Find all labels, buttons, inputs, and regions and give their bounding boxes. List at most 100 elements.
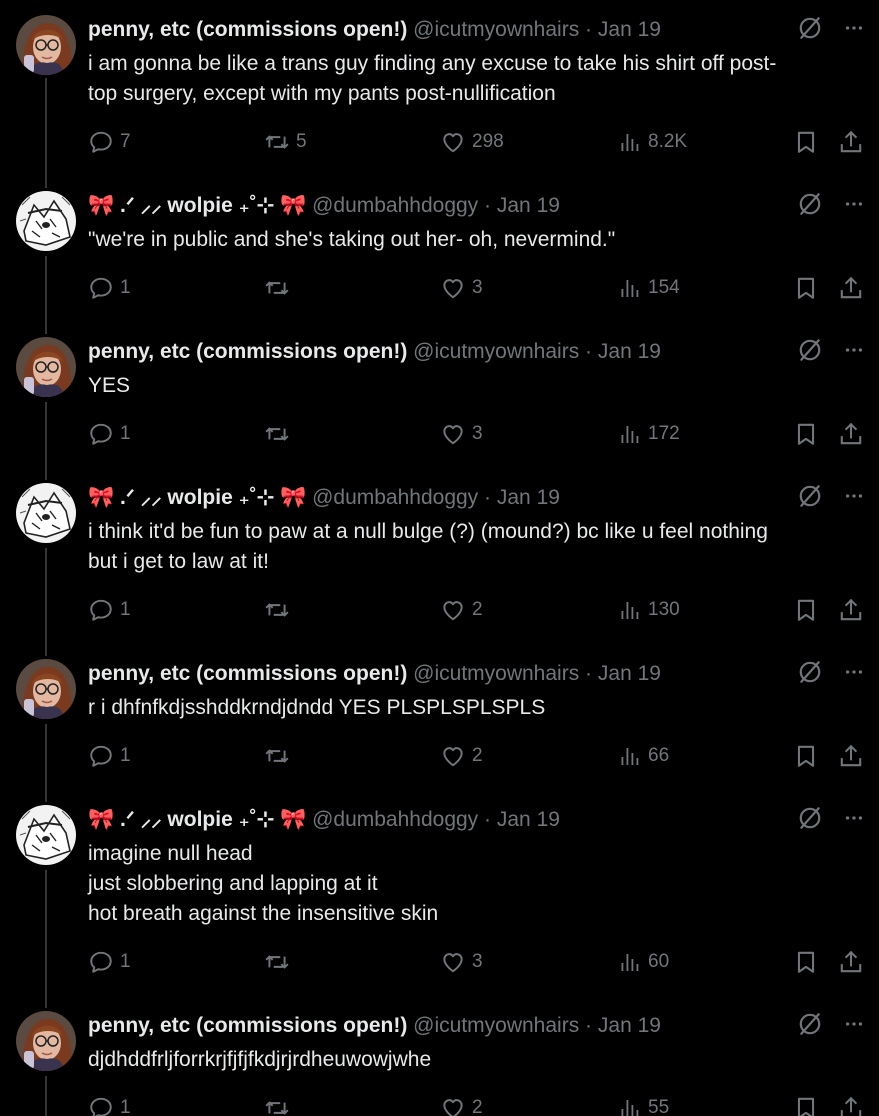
handle[interactable]: @icutmyownhairs	[413, 1014, 579, 1037]
slashed-circle-icon[interactable]	[797, 15, 823, 46]
bookmark-button[interactable]	[793, 595, 819, 625]
avatar[interactable]	[16, 191, 76, 251]
like-button[interactable]: 2	[440, 1093, 483, 1116]
repost-button[interactable]	[264, 741, 296, 771]
display-name[interactable]: 🎀 .ᐟ ⸝⸝ wolpie ₊˚⊹ 🎀	[88, 194, 306, 217]
tweet-text: i am gonna be like a trans guy finding a…	[88, 49, 858, 109]
slashed-circle-icon[interactable]	[797, 1011, 823, 1042]
tweet-header-icons	[797, 483, 865, 513]
like-button[interactable]: 3	[440, 419, 483, 449]
display-name[interactable]: penny, etc (commissions open!)	[88, 18, 407, 41]
ellipsis-icon[interactable]	[843, 807, 865, 834]
timestamp[interactable]: Jan 19	[497, 486, 560, 509]
reply-button[interactable]: 1	[88, 273, 131, 303]
display-name[interactable]: 🎀 .ᐟ ⸝⸝ wolpie ₊˚⊹ 🎀	[88, 808, 306, 831]
tweet[interactable]: penny, etc (commissions open!) @icutmyow…	[0, 1011, 879, 1116]
handle[interactable]: @dumbahhdoggy	[312, 486, 478, 509]
reply-button[interactable]: 1	[88, 595, 131, 625]
tweet[interactable]: 🎀 .ᐟ ⸝⸝ wolpie ₊˚⊹ 🎀 @dumbahhdoggy · Jan…	[0, 483, 879, 643]
tweet-text: i think it'd be fun to paw at a null bul…	[88, 517, 858, 577]
handle[interactable]: @dumbahhdoggy	[312, 194, 478, 217]
bookmark-icon	[793, 421, 819, 447]
repost-button[interactable]	[264, 1093, 296, 1116]
tweet[interactable]: penny, etc (commissions open!) @icutmyow…	[0, 659, 879, 789]
handle[interactable]: @icutmyownhairs	[413, 18, 579, 41]
handle[interactable]: @icutmyownhairs	[413, 340, 579, 363]
views-button[interactable]: 172	[618, 419, 680, 449]
avatar[interactable]	[16, 15, 76, 75]
repost-button[interactable]	[264, 273, 296, 303]
reply-button[interactable]: 1	[88, 741, 131, 771]
reply-button[interactable]: 1	[88, 1093, 131, 1116]
slashed-circle-icon[interactable]	[797, 483, 823, 514]
tweet-header: penny, etc (commissions open!) @icutmyow…	[88, 15, 661, 45]
ellipsis-icon[interactable]	[843, 1013, 865, 1040]
reply-button[interactable]: 1	[88, 947, 131, 977]
repost-button[interactable]	[264, 419, 296, 449]
avatar[interactable]	[16, 805, 76, 865]
display-name[interactable]: penny, etc (commissions open!)	[88, 662, 407, 685]
bookmark-button[interactable]	[793, 273, 819, 303]
slashed-circle-icon[interactable]	[797, 191, 823, 222]
share-button[interactable]	[838, 127, 864, 157]
display-name[interactable]: penny, etc (commissions open!)	[88, 1014, 407, 1037]
avatar[interactable]	[16, 337, 76, 397]
display-name[interactable]: penny, etc (commissions open!)	[88, 340, 407, 363]
repost-arrows-icon	[264, 597, 290, 623]
tweet[interactable]: 🎀 .ᐟ ⸝⸝ wolpie ₊˚⊹ 🎀 @dumbahhdoggy · Jan…	[0, 191, 879, 321]
timestamp[interactable]: Jan 19	[497, 194, 560, 217]
views-button[interactable]: 8.2K	[618, 127, 687, 157]
share-button[interactable]	[838, 947, 864, 977]
share-button[interactable]	[838, 741, 864, 771]
views-button[interactable]: 66	[618, 741, 669, 771]
ellipsis-icon[interactable]	[843, 17, 865, 44]
tweet[interactable]: 🎀 .ᐟ ⸝⸝ wolpie ₊˚⊹ 🎀 @dumbahhdoggy · Jan…	[0, 805, 879, 995]
like-button[interactable]: 3	[440, 947, 483, 977]
repost-arrows-icon	[264, 743, 290, 769]
share-button[interactable]	[838, 273, 864, 303]
slashed-circle-icon[interactable]	[797, 805, 823, 836]
bookmark-button[interactable]	[793, 947, 819, 977]
like-button[interactable]: 2	[440, 595, 483, 625]
share-button[interactable]	[838, 595, 864, 625]
like-button[interactable]: 298	[440, 127, 504, 157]
repost-button[interactable]	[264, 947, 296, 977]
views-button[interactable]: 154	[618, 273, 680, 303]
timestamp[interactable]: Jan 19	[598, 1014, 661, 1037]
tweet[interactable]: penny, etc (commissions open!) @icutmyow…	[0, 337, 879, 467]
bookmark-button[interactable]	[793, 419, 819, 449]
views-button[interactable]: 55	[618, 1093, 669, 1116]
share-button[interactable]	[838, 1093, 864, 1116]
avatar[interactable]	[16, 1011, 76, 1071]
handle[interactable]: @icutmyownhairs	[413, 662, 579, 685]
repost-button[interactable]	[264, 595, 296, 625]
share-button[interactable]	[838, 419, 864, 449]
ellipsis-icon[interactable]	[843, 193, 865, 220]
slashed-circle-icon[interactable]	[797, 659, 823, 690]
tweet[interactable]: penny, etc (commissions open!) @icutmyow…	[0, 15, 879, 165]
slashed-circle-icon[interactable]	[797, 337, 823, 368]
ellipsis-icon[interactable]	[843, 661, 865, 688]
avatar[interactable]	[16, 483, 76, 543]
handle[interactable]: @dumbahhdoggy	[312, 808, 478, 831]
bookmark-button[interactable]	[793, 741, 819, 771]
ellipsis-icon[interactable]	[843, 485, 865, 512]
like-button[interactable]: 3	[440, 273, 483, 303]
reply-button[interactable]: 1	[88, 419, 131, 449]
bookmark-button[interactable]	[793, 1093, 819, 1116]
views-button[interactable]: 130	[618, 595, 680, 625]
repost-count: 5	[296, 131, 307, 152]
avatar[interactable]	[16, 659, 76, 719]
timestamp[interactable]: Jan 19	[598, 18, 661, 41]
repost-button[interactable]: 5	[264, 127, 307, 157]
timestamp[interactable]: Jan 19	[598, 662, 661, 685]
reply-button[interactable]: 7	[88, 127, 131, 157]
timestamp[interactable]: Jan 19	[598, 340, 661, 363]
timestamp[interactable]: Jan 19	[497, 808, 560, 831]
like-button[interactable]: 2	[440, 741, 483, 771]
tweet-text: imagine null head just slobbering and la…	[88, 839, 858, 929]
display-name[interactable]: 🎀 .ᐟ ⸝⸝ wolpie ₊˚⊹ 🎀	[88, 486, 306, 509]
bookmark-button[interactable]	[793, 127, 819, 157]
views-button[interactable]: 60	[618, 947, 669, 977]
ellipsis-icon[interactable]	[843, 339, 865, 366]
